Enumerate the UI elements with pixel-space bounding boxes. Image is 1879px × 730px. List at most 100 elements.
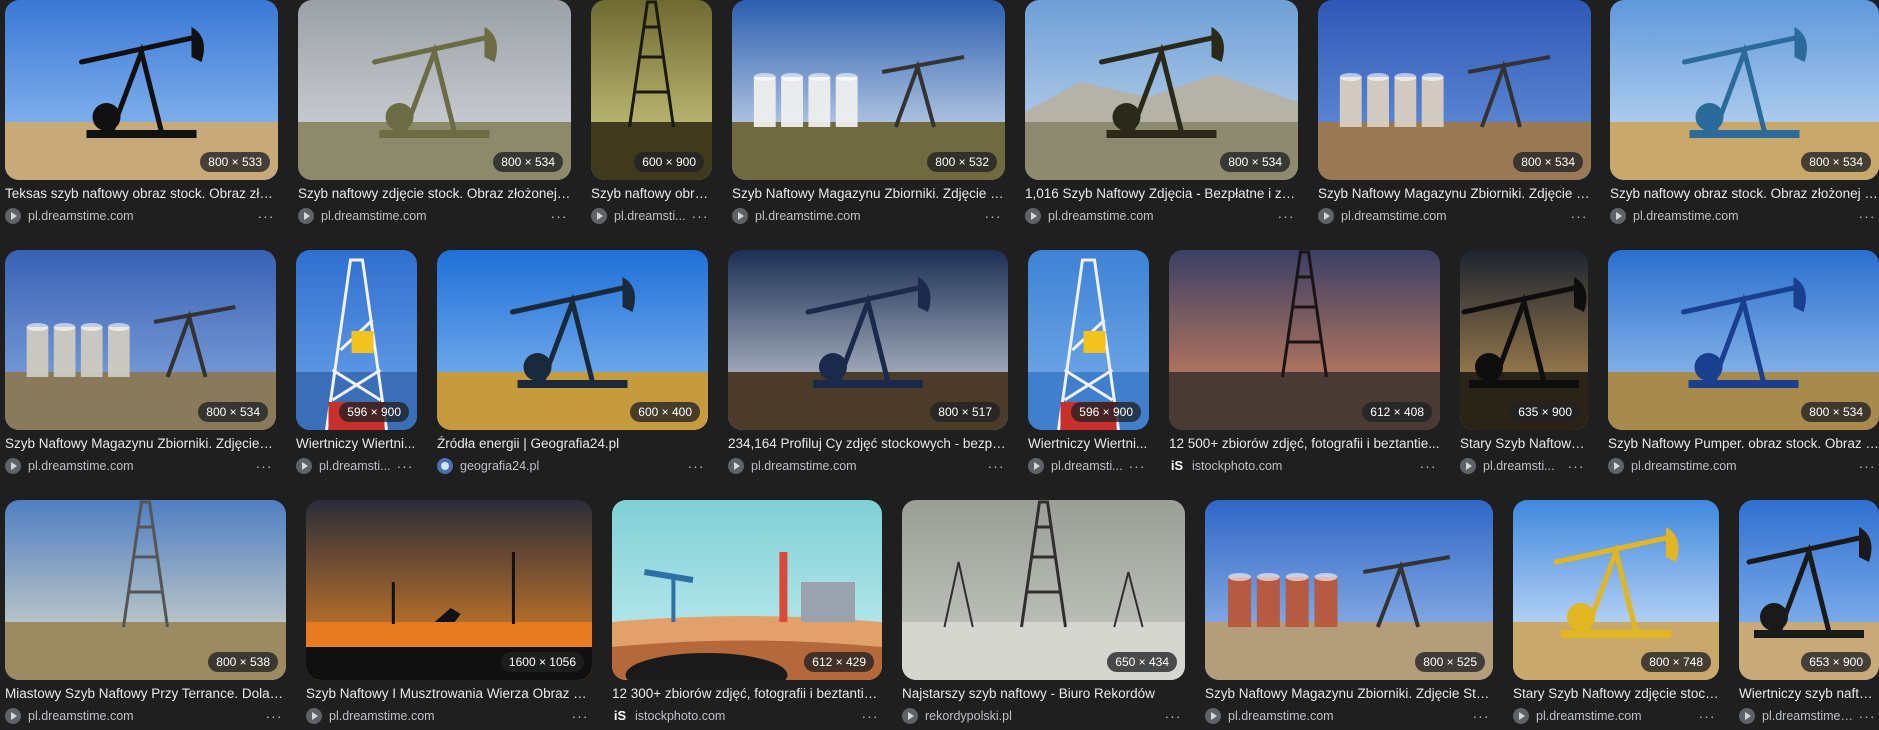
more-options-icon[interactable]: ··· xyxy=(393,458,417,474)
result-source-domain[interactable]: pl.dreamstime.com xyxy=(321,209,547,223)
result-title[interactable]: 12 500+ zbiorów zdjęć, fotografii i bezt… xyxy=(1169,435,1440,453)
result-title[interactable]: Szyb naftowy zdjęcie stock. Obraz złożon… xyxy=(298,185,571,203)
result-source-domain[interactable]: pl.dreamstime.com xyxy=(755,209,981,223)
image-result-card[interactable]: 800 × 534 1,016 Szyb Naftowy Zdjęcia - B… xyxy=(1025,0,1298,230)
image-result-card[interactable]: 1600 × 1056 Szyb Naftowy I Musztrowania … xyxy=(306,500,592,730)
result-title[interactable]: Szyb Naftowy Magazynu Zbiorniki. Zdjęcie… xyxy=(5,435,276,453)
result-thumbnail[interactable]: 800 × 534 xyxy=(1318,0,1591,180)
result-source-domain[interactable]: istockphoto.com xyxy=(1192,459,1416,473)
result-title[interactable]: Szyb Naftowy Pumper. obraz stock. Obraz … xyxy=(1608,435,1879,453)
more-options-icon[interactable]: ··· xyxy=(1469,708,1493,724)
image-result-card[interactable]: 800 × 532 Szyb Naftowy Magazynu Zbiornik… xyxy=(732,0,1005,230)
image-result-card[interactable]: 800 × 534 Szyb Naftowy Magazynu Zbiornik… xyxy=(5,250,276,480)
result-thumbnail[interactable]: 800 × 534 xyxy=(298,0,571,180)
more-options-icon[interactable]: ··· xyxy=(1564,458,1588,474)
result-title[interactable]: Miastowy Szyb Naftowy Przy Terrance. Dol… xyxy=(5,685,286,703)
result-source-domain[interactable]: pl.dreamstime.com xyxy=(1048,209,1274,223)
result-thumbnail[interactable]: 800 × 538 xyxy=(5,500,286,680)
image-result-card[interactable]: 800 × 534 Szyb naftowy obraz stock. Obra… xyxy=(1610,0,1879,230)
image-result-card[interactable]: 800 × 538 Miastowy Szyb Naftowy Przy Ter… xyxy=(5,500,286,730)
result-title[interactable]: Szyb Naftowy Magazynu Zbiorniki. Zdjęcie… xyxy=(1318,185,1591,203)
result-title[interactable]: Najstarszy szyb naftowy - Biuro Rekordów xyxy=(902,685,1185,703)
more-options-icon[interactable]: ··· xyxy=(858,708,882,724)
more-options-icon[interactable]: ··· xyxy=(684,458,708,474)
more-options-icon[interactable]: ··· xyxy=(568,708,592,724)
result-thumbnail[interactable]: 596 × 900 xyxy=(296,250,417,430)
result-source-domain[interactable]: pl.dreamstime.com xyxy=(28,709,262,723)
more-options-icon[interactable]: ··· xyxy=(1125,458,1149,474)
image-result-card[interactable]: 800 × 525 Szyb Naftowy Magazynu Zbiornik… xyxy=(1205,500,1493,730)
result-source-domain[interactable]: pl.dreamsti... xyxy=(1483,459,1564,473)
result-thumbnail[interactable]: 600 × 900 xyxy=(591,0,712,180)
result-title[interactable]: Wiertniczy szyb naftowy... xyxy=(1739,685,1879,703)
result-title[interactable]: Szyb Naftowy Magazynu Zbiorniki. Zdjęcie… xyxy=(732,185,1005,203)
image-result-card[interactable]: 800 × 534 Szyb naftowy zdjęcie stock. Ob… xyxy=(298,0,571,230)
result-source-domain[interactable]: pl.dreamstime.com xyxy=(1228,709,1469,723)
result-title[interactable]: Szyb Naftowy Magazynu Zbiorniki. Zdjęcie… xyxy=(1205,685,1493,703)
more-options-icon[interactable]: ··· xyxy=(1161,708,1185,724)
result-source-domain[interactable]: pl.dreamsti... xyxy=(319,459,393,473)
result-thumbnail[interactable]: 800 × 748 xyxy=(1513,500,1719,680)
result-title[interactable]: Wiertniczy Wiertni... xyxy=(296,435,417,453)
result-thumbnail[interactable]: 800 × 534 xyxy=(5,250,276,430)
more-options-icon[interactable]: ··· xyxy=(1416,458,1440,474)
result-thumbnail[interactable]: 596 × 900 xyxy=(1028,250,1149,430)
image-result-card[interactable]: 800 × 748 Stary Szyb Naftowy zdjęcie sto… xyxy=(1513,500,1719,730)
image-result-card[interactable]: 596 × 900 Wiertniczy Wiertni... pl.dream… xyxy=(296,250,417,480)
result-source-domain[interactable]: pl.dreamstime.com xyxy=(1341,209,1567,223)
image-result-card[interactable]: 600 × 900 Szyb naftowy obra... pl.dreams… xyxy=(591,0,712,230)
result-source-domain[interactable]: pl.dreamstime.com xyxy=(28,459,252,473)
result-title[interactable]: Szyb Naftowy I Musztrowania Wierza Obraz… xyxy=(306,685,592,703)
more-options-icon[interactable]: ··· xyxy=(1274,208,1298,224)
result-thumbnail[interactable]: 800 × 534 xyxy=(1610,0,1879,180)
result-thumbnail[interactable]: 800 × 525 xyxy=(1205,500,1493,680)
result-source-domain[interactable]: pl.dreamstime.com xyxy=(751,459,984,473)
result-title[interactable]: 234,164 Profiluj Cy zdjęć stockowych - b… xyxy=(728,435,1008,453)
more-options-icon[interactable]: ··· xyxy=(1695,708,1719,724)
result-title[interactable]: 1,016 Szyb Naftowy Zdjęcia - Bezpłatne i… xyxy=(1025,185,1298,203)
result-thumbnail[interactable]: 800 × 534 xyxy=(1608,250,1879,430)
result-thumbnail[interactable]: 650 × 434 xyxy=(902,500,1185,680)
more-options-icon[interactable]: ··· xyxy=(981,208,1005,224)
result-title[interactable]: Stary Szyb Naftowy ... xyxy=(1460,435,1588,453)
result-thumbnail[interactable]: 635 × 900 xyxy=(1460,250,1588,430)
result-source-domain[interactable]: pl.dreamstime.com xyxy=(329,709,568,723)
result-thumbnail[interactable]: 612 × 429 xyxy=(612,500,882,680)
more-options-icon[interactable]: ··· xyxy=(1567,208,1591,224)
more-options-icon[interactable]: ··· xyxy=(688,208,712,224)
more-options-icon[interactable]: ··· xyxy=(1855,708,1879,724)
image-result-card[interactable]: 612 × 429 12 300+ zbiorów zdjęć, fotogra… xyxy=(612,500,882,730)
image-result-card[interactable]: 800 × 533 Teksas szyb naftowy obraz stoc… xyxy=(5,0,278,230)
image-result-card[interactable]: 600 × 400 Źródła energii | Geografia24.p… xyxy=(437,250,708,480)
result-source-domain[interactable]: istockphoto.com xyxy=(635,709,858,723)
result-source-domain[interactable]: pl.dreamsti... xyxy=(614,209,688,223)
result-thumbnail[interactable]: 800 × 533 xyxy=(5,0,278,180)
more-options-icon[interactable]: ··· xyxy=(262,708,286,724)
more-options-icon[interactable]: ··· xyxy=(252,458,276,474)
image-result-card[interactable]: 596 × 900 Wiertniczy Wiertni... pl.dream… xyxy=(1028,250,1149,480)
result-source-domain[interactable]: pl.dreamstime.com xyxy=(1536,709,1695,723)
result-thumbnail[interactable]: 800 × 534 xyxy=(1025,0,1298,180)
result-thumbnail[interactable]: 612 × 408 xyxy=(1169,250,1440,430)
image-result-card[interactable]: 800 × 517 234,164 Profiluj Cy zdjęć stoc… xyxy=(728,250,1008,480)
more-options-icon[interactable]: ··· xyxy=(1855,208,1879,224)
result-thumbnail[interactable]: 800 × 517 xyxy=(728,250,1008,430)
result-title[interactable]: Szyb naftowy obraz stock. Obraz złożonej… xyxy=(1610,185,1879,203)
image-result-card[interactable]: 612 × 408 12 500+ zbiorów zdjęć, fotogra… xyxy=(1169,250,1440,480)
result-title[interactable]: Stary Szyb Naftowy zdjęcie stocko... xyxy=(1513,685,1719,703)
more-options-icon[interactable]: ··· xyxy=(547,208,571,224)
result-source-domain[interactable]: pl.dreamsti... xyxy=(1051,459,1125,473)
result-thumbnail[interactable]: 800 × 532 xyxy=(732,0,1005,180)
result-title[interactable]: 12 300+ zbiorów zdjęć, fotografii i bezt… xyxy=(612,685,882,703)
result-title[interactable]: Źródła energii | Geografia24.pl xyxy=(437,435,708,453)
result-source-domain[interactable]: pl.dreamstime.com xyxy=(1631,459,1855,473)
image-result-card[interactable]: 635 × 900 Stary Szyb Naftowy ... pl.drea… xyxy=(1460,250,1588,480)
result-source-domain[interactable]: pl.dreamstime.com xyxy=(1633,209,1855,223)
image-result-card[interactable]: 653 × 900 Wiertniczy szyb naftowy... pl.… xyxy=(1739,500,1879,730)
result-thumbnail[interactable]: 653 × 900 xyxy=(1739,500,1879,680)
result-thumbnail[interactable]: 600 × 400 xyxy=(437,250,708,430)
result-source-domain[interactable]: geografia24.pl xyxy=(460,459,684,473)
result-title[interactable]: Szyb naftowy obra... xyxy=(591,185,712,203)
more-options-icon[interactable]: ··· xyxy=(984,458,1008,474)
result-source-domain[interactable]: pl.dreamstime.com xyxy=(28,209,254,223)
